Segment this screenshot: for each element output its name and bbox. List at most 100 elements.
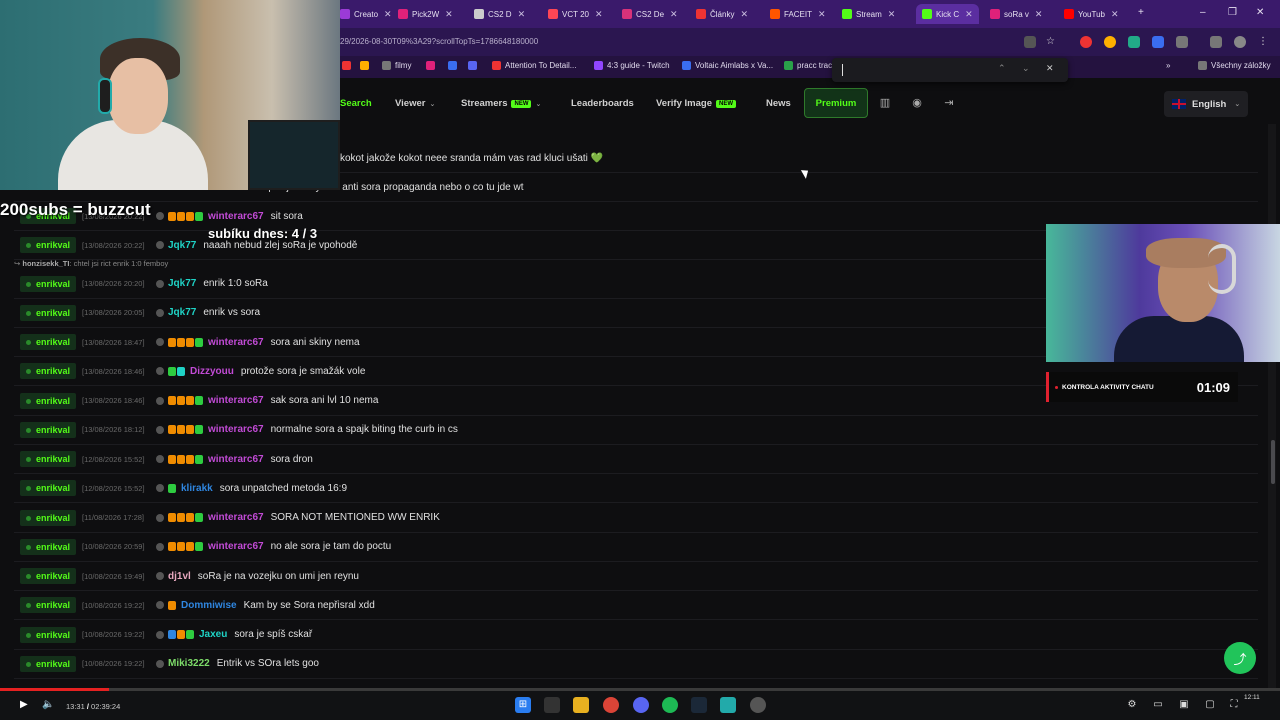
username[interactable]: Dizzyouu xyxy=(190,366,234,377)
bookmark-item[interactable] xyxy=(360,61,373,70)
browser-tab[interactable]: VCT 20 ✕ xyxy=(548,4,603,24)
channel-tag[interactable]: enrikval xyxy=(20,275,77,292)
tab-close-icon[interactable]: ✕ xyxy=(888,9,896,20)
bookmark-item[interactable] xyxy=(468,61,481,70)
bookmark-item[interactable]: filmy xyxy=(382,61,411,70)
tab-close-icon[interactable]: ✕ xyxy=(818,9,826,20)
username[interactable]: Jqk77 xyxy=(168,278,196,289)
channel-tag[interactable]: enrikval xyxy=(20,363,77,380)
minimize-icon[interactable]: – xyxy=(1200,7,1206,18)
new-tab-icon[interactable]: + xyxy=(1138,7,1144,18)
channel-tag[interactable]: enrikval xyxy=(20,334,77,350)
bookmark-item[interactable] xyxy=(448,61,461,70)
premium-button[interactable]: Premium xyxy=(804,88,868,118)
tab-close-icon[interactable]: ✕ xyxy=(740,9,748,20)
username[interactable]: winterarc67 xyxy=(208,541,264,552)
username[interactable]: Jqk77 xyxy=(168,307,196,318)
bookmark-item[interactable]: Voltaic Aimlabs x Va... xyxy=(682,61,773,70)
app-icon[interactable] xyxy=(750,697,766,713)
channel-tag[interactable]: enrikval xyxy=(20,568,77,584)
browser-tab[interactable]: Pick2W ✕ xyxy=(398,4,453,24)
username[interactable]: Miki3222 xyxy=(168,658,210,669)
extension-icon[interactable] xyxy=(1152,36,1164,48)
find-prev-icon[interactable]: ⌃ xyxy=(998,63,1006,74)
tab-close-icon[interactable]: ✕ xyxy=(518,9,526,20)
browser-tab[interactable]: CS2 De ✕ xyxy=(622,4,678,24)
bookmark-item[interactable]: Attention To Detail... xyxy=(492,61,576,70)
channel-tag[interactable]: enrikval xyxy=(20,538,77,555)
browser-tab[interactable]: CS2 D ✕ xyxy=(474,4,525,24)
extensions-puzzle-icon[interactable] xyxy=(1176,36,1188,48)
channel-tag[interactable]: enrikval xyxy=(20,626,77,643)
app-icon[interactable] xyxy=(720,697,736,713)
username[interactable]: winterarc67 xyxy=(208,424,264,435)
theater-icon[interactable]: ▢ xyxy=(1202,697,1218,713)
extension-icon[interactable] xyxy=(1104,36,1116,48)
find-next-icon[interactable]: ⌄ xyxy=(1022,63,1030,74)
folder-icon[interactable] xyxy=(573,697,589,713)
app-icon[interactable] xyxy=(544,697,560,713)
tab-close-icon[interactable]: ✕ xyxy=(1111,9,1119,20)
username[interactable]: winterarc67 xyxy=(208,211,264,222)
find-input-caret[interactable] xyxy=(842,64,843,76)
nav-viewer[interactable]: Viewer ⌄ xyxy=(395,98,435,109)
media-icon[interactable] xyxy=(1210,36,1222,48)
login-icon[interactable]: ⇥ xyxy=(941,95,957,111)
channel-tag[interactable]: enrikval xyxy=(20,421,77,438)
browser-tab[interactable]: Creato ✕ xyxy=(340,4,392,24)
stats-icon[interactable]: ▥ xyxy=(877,95,893,111)
browser-tab[interactable]: Stream ✕ xyxy=(842,4,895,24)
nav-verify-image[interactable]: Verify Image NEW xyxy=(656,98,736,109)
play-icon[interactable]: ▶ xyxy=(20,699,28,710)
url-text[interactable]: 29/2026-08-30T09%3A29?scrollTopTs=178664… xyxy=(340,37,538,46)
bookmark-item[interactable]: Všechny záložky xyxy=(1198,61,1271,70)
channel-tag[interactable]: enrikval xyxy=(20,480,77,497)
username[interactable]: Jaxeu xyxy=(199,629,227,640)
nav-search[interactable]: Search xyxy=(340,98,372,109)
menu-icon[interactable]: ⋮ xyxy=(1258,36,1270,48)
browser-tab[interactable]: YouTub ✕ xyxy=(1064,4,1119,24)
username[interactable]: winterarc67 xyxy=(208,512,264,523)
more-bookmarks-icon[interactable]: » xyxy=(1166,61,1170,70)
username[interactable]: Dommiwise xyxy=(181,600,237,611)
channel-tag[interactable]: enrikval xyxy=(20,451,77,467)
tab-close-icon[interactable]: ✕ xyxy=(384,9,392,20)
spotify-icon[interactable] xyxy=(662,697,678,713)
tab-close-icon[interactable]: ✕ xyxy=(595,9,603,20)
fullscreen-icon[interactable]: ⛶ xyxy=(1226,697,1242,713)
discord-icon[interactable]: ◉ xyxy=(909,95,925,111)
browser-tab[interactable]: FACEIT ✕ xyxy=(770,4,826,24)
browser-tab[interactable]: soRa v ✕ xyxy=(990,4,1042,24)
browser-tab[interactable]: Články ✕ xyxy=(696,4,748,24)
channel-tag[interactable]: enrikval xyxy=(20,655,77,672)
share-button[interactable]: ⤴ xyxy=(1224,642,1256,674)
username[interactable]: klirakk xyxy=(181,483,213,494)
find-close-icon[interactable]: ✕ xyxy=(1046,63,1054,74)
tab-close-icon[interactable]: ✕ xyxy=(965,9,973,20)
extension-icon[interactable] xyxy=(1080,36,1092,48)
channel-tag[interactable]: enrikval xyxy=(20,597,77,614)
channel-tag[interactable]: enrikval xyxy=(20,509,77,526)
extension-icon[interactable] xyxy=(1128,36,1140,48)
bookmark-item[interactable]: 4:3 guide - Twitch xyxy=(594,61,670,70)
translate-icon[interactable] xyxy=(1024,36,1036,48)
username[interactable]: Jqk77 xyxy=(168,240,196,251)
tab-close-icon[interactable]: ✕ xyxy=(1035,9,1043,20)
username[interactable]: winterarc67 xyxy=(208,395,264,406)
maximize-icon[interactable]: ❐ xyxy=(1228,7,1237,18)
bookmark-item[interactable]: pracc trac xyxy=(784,61,832,70)
nav-news[interactable]: News xyxy=(766,98,791,109)
username[interactable]: dj1vl xyxy=(168,571,191,582)
browser-tab[interactable]: Kick C ✕ xyxy=(916,4,979,24)
chrome-icon[interactable] xyxy=(603,697,619,713)
channel-tag[interactable]: enrikval xyxy=(20,392,77,409)
username[interactable]: winterarc67 xyxy=(208,337,264,348)
start-icon[interactable]: ⊞ xyxy=(515,697,531,713)
star-icon[interactable]: ☆ xyxy=(1046,36,1058,48)
scrollbar-thumb[interactable] xyxy=(1271,440,1275,484)
profile-avatar[interactable] xyxy=(1234,36,1246,48)
close-window-icon[interactable]: ✕ xyxy=(1256,7,1264,18)
tab-close-icon[interactable]: ✕ xyxy=(670,9,678,20)
bookmark-item[interactable] xyxy=(342,61,355,70)
username[interactable]: winterarc67 xyxy=(208,454,264,465)
